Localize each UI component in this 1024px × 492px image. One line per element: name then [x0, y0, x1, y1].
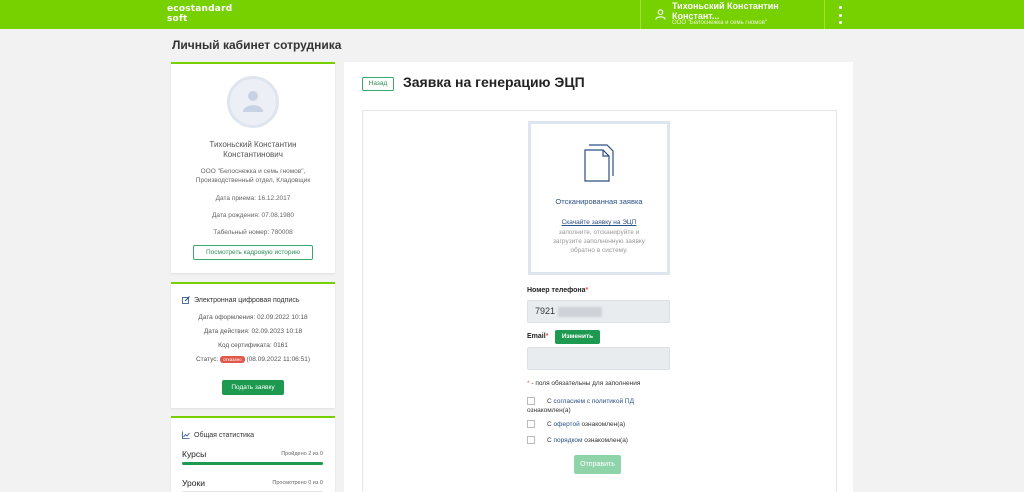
valid-date: Дата действия: 02.09.2023 10:18	[203, 328, 303, 335]
stats-header: Общая статистика	[182, 431, 254, 439]
user-name: Тихоньский Константин Констант...	[672, 1, 822, 21]
offer-suffix: ознакомлен(а)	[579, 421, 626, 428]
scan-title: Отсканированная заявка	[555, 197, 643, 206]
profile-org-line1: ООО "Белоснежка и семь гномов",	[200, 168, 306, 175]
user-org: ООО "Белоснежка и семь гномов"	[672, 20, 768, 26]
scan-desc-line2: загрузите заполненную заявку	[552, 238, 646, 245]
top-bar: ecostandard soft Тихоньский Константин К…	[0, 0, 1024, 29]
stat-value: Пройдено 2 из 0	[281, 451, 323, 457]
required-mark: *	[585, 287, 589, 294]
profile-org: ООО "Белоснежка и семь гномов", Производ…	[179, 167, 327, 185]
back-button[interactable]: Назад	[362, 77, 394, 91]
tab-number: Табельный номер: 780008	[213, 229, 293, 236]
form-box: Отсканированная заявка Скачайте заявку н…	[362, 110, 837, 492]
page-title: Личный кабинет сотрудника	[172, 38, 342, 52]
profile-org-line2: Производственный отдел, Кладовщик	[195, 177, 311, 184]
request-card: Назад Заявка на генерацию ЭЦП Отсканиров…	[344, 62, 853, 492]
status-row: Статус: отказано (08.09.2022 11:06:51)	[177, 356, 329, 363]
offer-row: С офертой ознакомлен(а)	[527, 420, 667, 430]
cert-code: Код сертификата: 0161	[218, 342, 288, 349]
phone-value: 7921	[535, 306, 556, 316]
avatar-placeholder-icon	[227, 76, 279, 128]
scan-desc-line3: обратно в систему.	[570, 247, 628, 254]
apply-button[interactable]: Подать заявку	[222, 380, 284, 395]
order-text: С порядком ознакомлен(а)	[547, 436, 628, 445]
order-link[interactable]: порядком	[554, 437, 583, 444]
stat-progress-bar	[182, 462, 323, 465]
email-input[interactable]	[527, 347, 670, 370]
order-checkbox[interactable]	[527, 436, 535, 444]
signature-title: Электронная цифровая подпись	[194, 296, 300, 304]
scan-description: заполните, отсканируйте и загрузите запо…	[549, 228, 649, 255]
user-name-line1: Тихоньский Константин	[672, 1, 779, 11]
consent-pd-row: С согласием с политикой ПД ознакомлен(а)	[527, 397, 667, 417]
stat-label: Курсы	[182, 449, 207, 459]
profile-name-line2: Константинович	[223, 150, 283, 159]
offer-checkbox[interactable]	[527, 420, 535, 428]
hire-date: Дата приема: 16.12.2017	[215, 195, 291, 202]
consent-pd-suffix: ознакомлен(а)	[527, 407, 571, 414]
privacy-policy-link[interactable]: согласием с политикой ПД	[554, 398, 634, 405]
birth-date: Дата рождения: 07.08.1980	[212, 212, 294, 219]
required-mark: *	[527, 380, 530, 387]
required-note: * - поля обязательны для заполнения	[527, 380, 640, 387]
email-label-text: Email	[527, 333, 546, 340]
offer-text: С офертой ознакомлен(а)	[547, 420, 625, 429]
form-title: Заявка на генерацию ЭЦП	[403, 74, 585, 90]
download-request-link[interactable]: Скачайте заявку на ЭЦП	[531, 219, 667, 226]
stats-card: Общая статистика Курсы Пройдено 2 из 0 У…	[171, 416, 335, 492]
status-date: (08.09.2022 11:06:51)	[246, 356, 311, 364]
bar-chart-icon	[182, 431, 190, 439]
status-badge: отказано	[220, 356, 245, 363]
phone-input[interactable]: 7921	[527, 300, 670, 323]
profile-name: Тихоньский Константин Константинович	[181, 140, 325, 160]
phone-label: Номер телефона*	[527, 287, 588, 294]
consent-pd-checkbox[interactable]	[527, 397, 535, 405]
order-row: С порядком ознакомлен(а)	[527, 436, 667, 446]
view-history-button[interactable]: Посмотреть кадровую историю	[193, 245, 313, 260]
document-icon	[584, 144, 614, 182]
profile-card: Тихоньский Константин Константинович ООО…	[171, 62, 335, 273]
signature-card: Электронная цифровая подпись Дата оформл…	[171, 282, 335, 408]
logo-line1: ecostandard	[167, 4, 233, 14]
submit-button[interactable]: Отправить	[574, 455, 621, 474]
email-label: Email*	[527, 333, 548, 340]
profile-name-line1: Тихоньский Константин	[209, 140, 297, 149]
user-menu[interactable]: Тихоньский Константин Констант... ООО "Б…	[640, 0, 825, 29]
user-icon	[655, 9, 666, 20]
issue-date: Дата оформления: 02.09.2022 10:18	[198, 314, 308, 321]
change-email-button[interactable]: Изменить	[555, 330, 600, 344]
status-label: Статус:	[195, 356, 219, 364]
consent-pd-text: С согласием с политикой ПД	[547, 397, 634, 406]
signature-header: Электронная цифровая подпись	[182, 296, 299, 304]
required-mark: *	[545, 333, 549, 340]
order-suffix: ознакомлен(а)	[582, 437, 628, 444]
logo[interactable]: ecostandard soft	[167, 4, 232, 24]
phone-label-text: Номер телефона	[527, 287, 586, 294]
stat-label: Уроки	[182, 478, 205, 488]
edit-signature-icon	[182, 296, 190, 304]
scan-desc-line1: заполните, отсканируйте и	[558, 229, 640, 236]
more-vertical-icon[interactable]	[834, 6, 846, 24]
stats-title: Общая статистика	[194, 431, 255, 439]
scan-upload-area[interactable]: Отсканированная заявка Скачайте заявку н…	[528, 121, 670, 275]
logo-line2: soft	[167, 14, 188, 24]
offer-link[interactable]: офертой	[554, 421, 580, 428]
stat-value: Просмотрено 0 из 0	[272, 480, 323, 486]
required-note-text: - поля обязательны для заполнения	[531, 380, 641, 387]
phone-redacted	[558, 306, 603, 317]
